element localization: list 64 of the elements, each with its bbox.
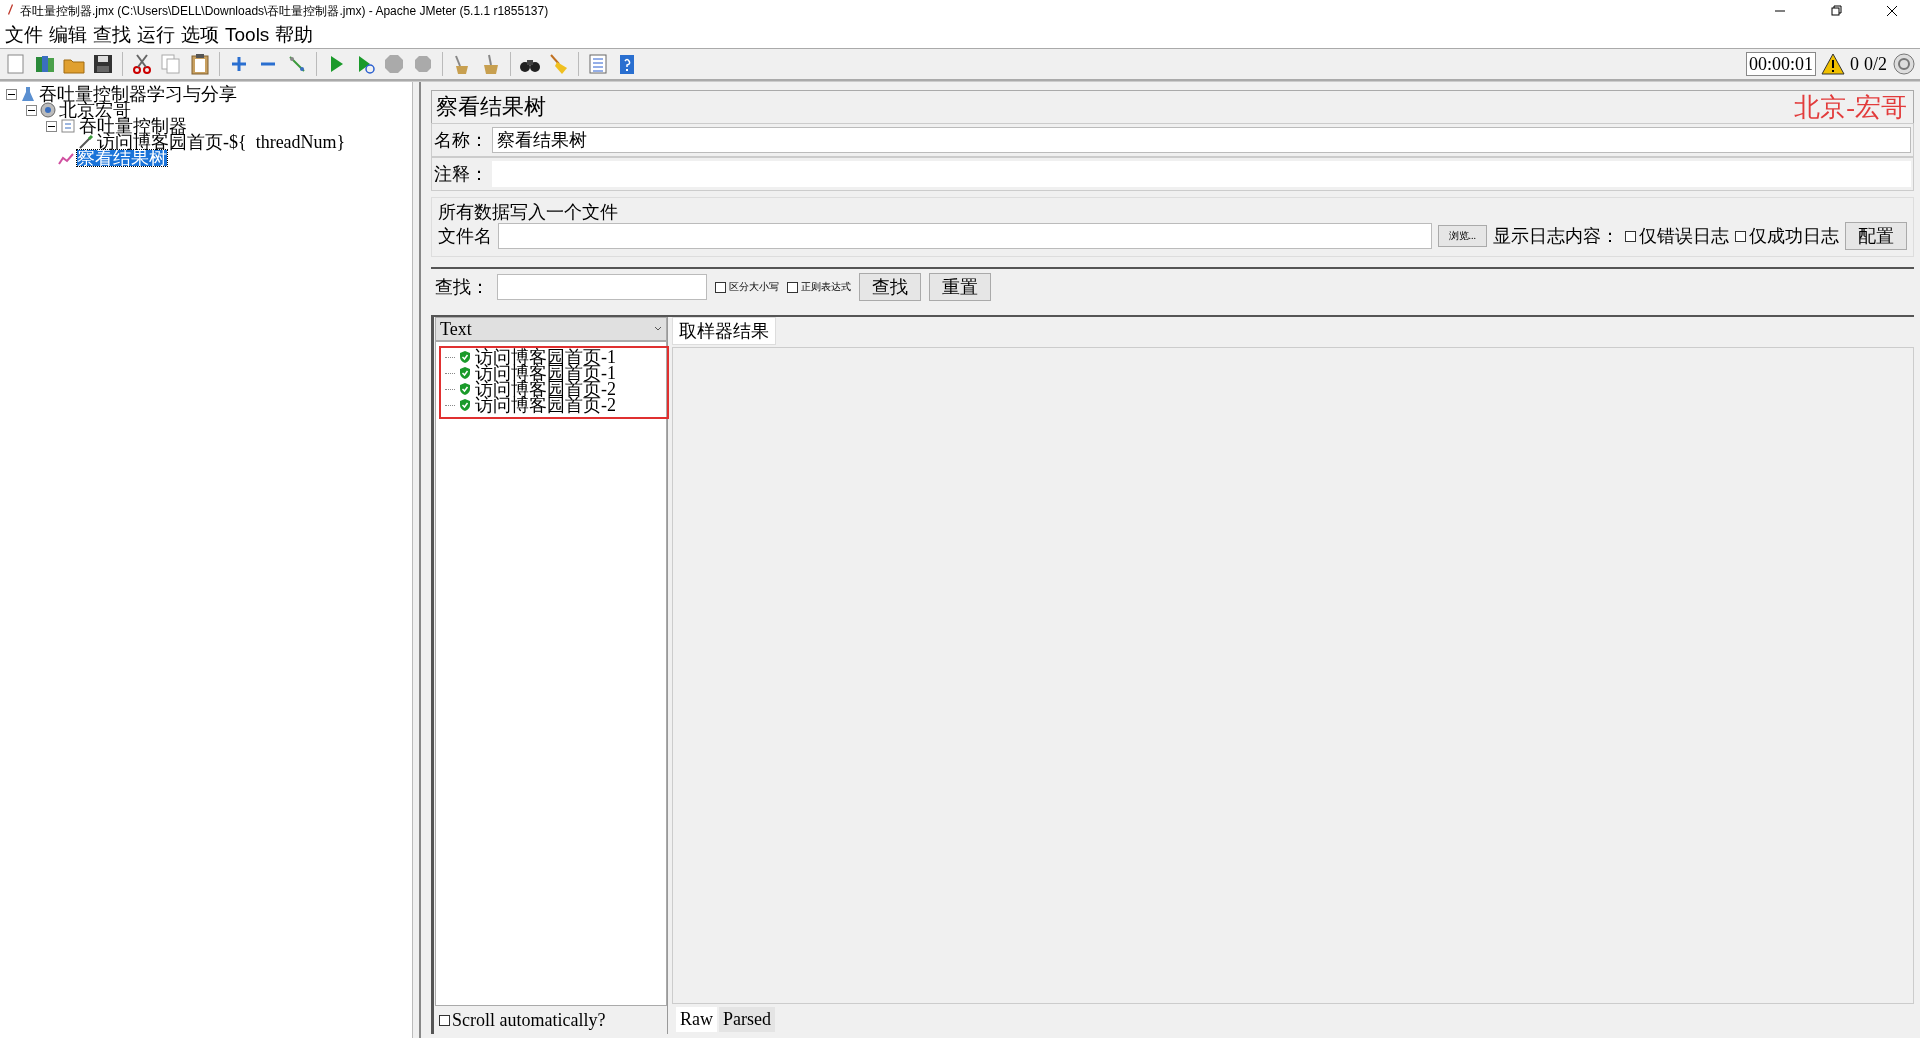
- tab[interactable]: 取样器结果: [672, 317, 776, 345]
- flask-icon: [20, 86, 36, 102]
- menu-item[interactable]: 编辑: [48, 22, 92, 48]
- window-title: 吞吐量控制器.jmx (C:\Users\DELL\Downloads\吞吐量控制器.jmx) - Apache JMeter (5.1.1 r1855137): [20, 2, 550, 20]
- collapse-toggle[interactable]: [26, 104, 37, 116]
- menu-item[interactable]: 帮助: [274, 22, 319, 48]
- group-title: 所有数据写入一个文件: [438, 201, 619, 222]
- checkbox-label[interactable]: 仅错误日志: [1639, 224, 1729, 248]
- tree-item[interactable]: 吞吐量控制器: [79, 118, 187, 134]
- checkbox[interactable]: [787, 281, 798, 293]
- gear-icon: [40, 102, 56, 118]
- checkbox-label[interactable]: 区分大小写: [729, 280, 779, 294]
- scissors-icon[interactable]: [130, 52, 154, 76]
- pipette-icon: [78, 134, 94, 150]
- renderer-dropdown[interactable]: Text: [435, 317, 667, 341]
- field-label: 查找：: [435, 276, 489, 299]
- tab[interactable]: Parsed: [719, 1006, 775, 1032]
- result-item[interactable]: 访问博客园首页-1: [475, 365, 616, 381]
- tree-item[interactable]: 察看结果树: [77, 150, 167, 166]
- browse-button[interactable]: 浏览...: [1437, 225, 1487, 247]
- menu-item[interactable]: 查找: [92, 22, 136, 48]
- checkbox[interactable]: [1735, 230, 1746, 242]
- caret-icon: [654, 325, 662, 333]
- reset-button[interactable]: 重置: [929, 273, 991, 301]
- menu-item[interactable]: Tools: [224, 24, 275, 46]
- tree-item[interactable]: 吞吐量控制器学习与分享: [39, 86, 237, 102]
- checkbox[interactable]: [715, 281, 726, 293]
- field-label: 名称：: [434, 129, 488, 152]
- tree-item[interactable]: 北京宏哥: [59, 102, 131, 118]
- collapse-toggle[interactable]: [6, 88, 17, 100]
- checkbox[interactable]: [1625, 230, 1636, 242]
- tab[interactable]: Raw: [676, 1006, 717, 1032]
- field-label: 文件名: [438, 225, 492, 248]
- thread-count: 0/2: [1864, 53, 1887, 75]
- elapsed-time: 00:00:01: [1745, 52, 1816, 76]
- tree-item[interactable]: 访问博客园首页-${ threadNum}: [97, 134, 346, 150]
- log-label: 显示日志内容：: [1493, 225, 1619, 248]
- author-signature: 北京-宏哥: [1794, 91, 1907, 124]
- menu-item[interactable]: 文件: [4, 22, 48, 48]
- result-item[interactable]: 访问博客园首页-2: [475, 381, 616, 397]
- result-item[interactable]: 访问博客园首页-2: [475, 397, 616, 413]
- controller-icon: [60, 118, 76, 134]
- checkbox-label[interactable]: 仅成功日志: [1749, 224, 1839, 248]
- checkbox-label[interactable]: 正则表达式: [801, 280, 851, 294]
- collapse-toggle[interactable]: [46, 120, 57, 132]
- result-item[interactable]: 访问博客园首页-1: [475, 349, 616, 365]
- find-button[interactable]: 查找: [859, 273, 921, 301]
- menu-item[interactable]: 运行: [136, 22, 180, 48]
- filename-field[interactable]: [498, 223, 1432, 249]
- checkbox-label[interactable]: Scroll automatically?: [452, 1009, 606, 1031]
- floppy-icon[interactable]: [91, 52, 115, 76]
- warning-icon[interactable]: [1821, 52, 1845, 76]
- clipboard-icon[interactable]: [188, 52, 212, 76]
- warning-count: 0: [1850, 53, 1859, 75]
- list-icon[interactable]: [586, 52, 610, 76]
- configure-button[interactable]: 配置: [1845, 222, 1907, 250]
- menu-item[interactable]: 选项: [180, 22, 224, 48]
- panel-title: 察看结果树: [436, 93, 546, 121]
- stop-icon[interactable]: [382, 52, 406, 76]
- name-field[interactable]: 察看结果树: [492, 127, 1911, 153]
- checkbox[interactable]: [439, 1014, 450, 1026]
- field-label: 注释：: [434, 163, 488, 186]
- status-icon: [1892, 52, 1916, 76]
- search-field[interactable]: [497, 274, 707, 300]
